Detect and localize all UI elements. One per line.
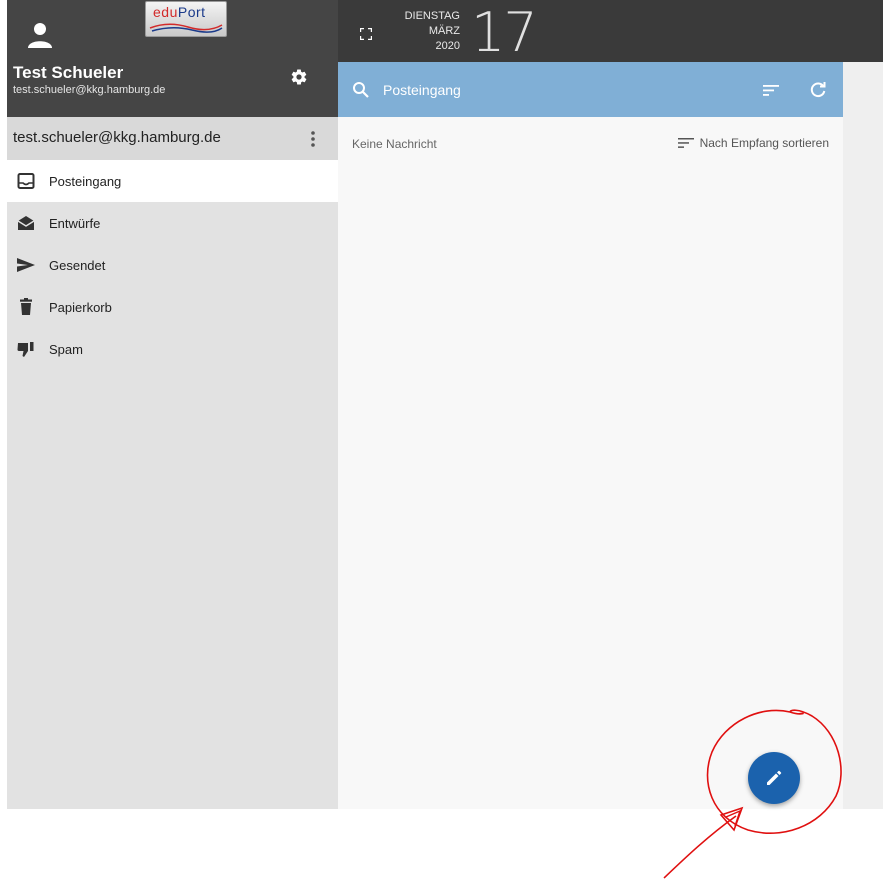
user-avatar-icon[interactable] xyxy=(28,22,52,48)
refresh-icon[interactable] xyxy=(809,81,827,99)
date-day: 17 xyxy=(471,1,538,64)
sort-icon[interactable] xyxy=(763,83,779,97)
sidebar-item-gesendet[interactable]: Gesendet xyxy=(7,244,338,286)
inbox-icon xyxy=(17,173,35,189)
drafts-icon xyxy=(17,216,35,230)
send-icon xyxy=(17,258,35,272)
search-bar[interactable]: Posteingang xyxy=(338,62,843,117)
top-bar: DIENSTAG MÄRZ 2020 17 xyxy=(338,0,883,62)
fullscreen-icon[interactable] xyxy=(360,28,372,40)
date-weekday: DIENSTAG xyxy=(404,10,460,22)
sidebar-item-posteingang[interactable]: Posteingang xyxy=(7,160,338,202)
date-block: DIENSTAG MÄRZ 2020 xyxy=(396,9,460,54)
logo-text-port: Port xyxy=(177,4,206,20)
search-icon[interactable] xyxy=(352,81,370,99)
empty-message: Keine Nachricht xyxy=(352,137,437,151)
compose-button[interactable] xyxy=(748,752,800,804)
right-gutter xyxy=(843,62,883,809)
pencil-icon xyxy=(767,770,782,785)
sort-by-received-button[interactable]: Nach Empfang sortieren xyxy=(677,136,829,150)
sidebar-item-label: Spam xyxy=(49,342,83,357)
thumb-down-icon xyxy=(17,342,34,357)
gear-icon[interactable] xyxy=(290,68,308,86)
date-year: 2020 xyxy=(435,40,460,52)
sort-label: Nach Empfang sortieren xyxy=(699,136,829,150)
eduport-logo: eduPort xyxy=(145,1,227,37)
user-email: test.schueler@kkg.hamburg.de xyxy=(13,84,166,96)
trash-icon xyxy=(20,298,32,315)
sidebar-item-label: Gesendet xyxy=(49,258,106,273)
sidebar-item-label: Entwürfe xyxy=(49,216,101,231)
message-list: Keine Nachricht Nach Empfang sortieren xyxy=(338,117,843,809)
sidebar-item-spam[interactable]: Spam xyxy=(7,328,338,370)
user-name: Test Schueler xyxy=(13,63,124,82)
search-label: Posteingang xyxy=(383,82,461,98)
sidebar-header: eduPort Test Schueler test.schueler@kkg.… xyxy=(7,0,338,117)
sidebar: eduPort Test Schueler test.schueler@kkg.… xyxy=(7,0,338,809)
account-row[interactable]: test.schueler@kkg.hamburg.de xyxy=(7,117,338,160)
logo-text-edu: edu xyxy=(153,4,178,20)
date-month: MÄRZ xyxy=(428,25,460,37)
logo-swoosh-icon xyxy=(149,23,223,33)
account-email: test.schueler@kkg.hamburg.de xyxy=(13,129,221,146)
mail-app: eduPort Test Schueler test.schueler@kkg.… xyxy=(7,0,883,809)
more-vert-icon[interactable] xyxy=(307,129,319,149)
sidebar-item-entwuerfe[interactable]: Entwürfe xyxy=(7,202,338,244)
sidebar-item-papierkorb[interactable]: Papierkorb xyxy=(7,286,338,328)
sidebar-item-label: Papierkorb xyxy=(49,300,112,315)
sort-icon xyxy=(677,138,694,148)
sidebar-item-label: Posteingang xyxy=(49,174,122,189)
